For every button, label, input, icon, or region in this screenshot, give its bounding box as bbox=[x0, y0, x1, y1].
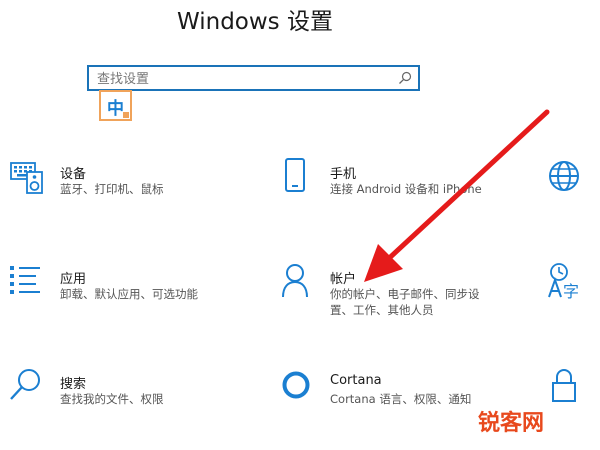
watermark-logo: 锐客网 bbox=[478, 411, 545, 436]
annotation-arrow bbox=[364, 109, 550, 282]
